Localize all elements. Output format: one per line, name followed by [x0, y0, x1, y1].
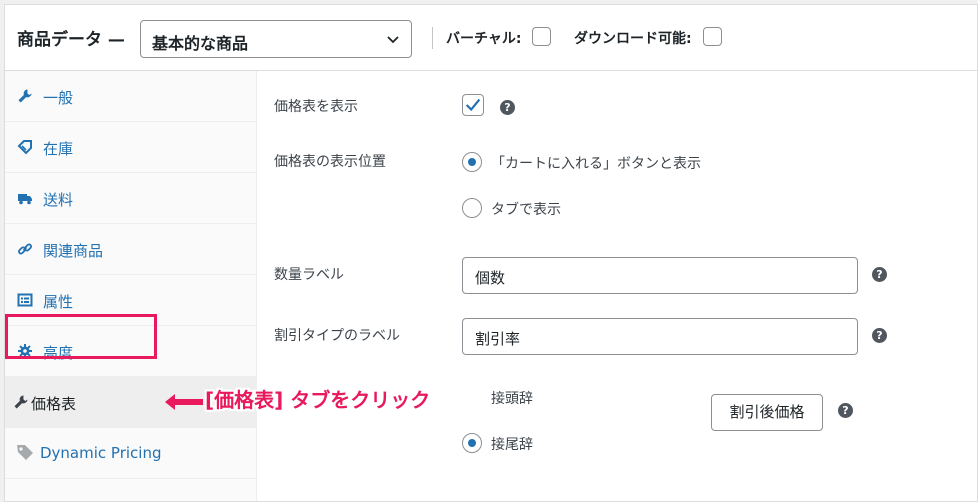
- quantity-label-value: 個数: [475, 269, 506, 287]
- position-radio-tab[interactable]: [462, 198, 482, 218]
- truck-icon: [18, 194, 32, 205]
- tab-label: 送料: [43, 191, 74, 209]
- annotation-callout: [価格表] タブをクリック: [205, 388, 431, 412]
- tab-label: 価格表: [31, 395, 77, 413]
- help-icon[interactable]: ?: [872, 328, 887, 343]
- product-data-tabs: 一般 在庫 送料 関連商品 属性 高度 価格表 Dynamic Pricing: [5, 71, 257, 501]
- discounted-price-button[interactable]: 割引後価格: [711, 394, 823, 431]
- quantity-label-label: 数量ラベル: [274, 267, 344, 283]
- tab-label: Dynamic Pricing: [40, 444, 162, 462]
- show-price-table-label: 価格表を表示: [274, 99, 358, 115]
- tab-label: 関連商品: [43, 242, 104, 260]
- tab-general[interactable]: 一般: [5, 71, 257, 122]
- virtual-checkbox[interactable]: [532, 27, 551, 46]
- product-type-select[interactable]: 基本的な商品: [140, 20, 412, 58]
- list-card-icon: [17, 293, 33, 307]
- position-option-cart: 「カートに入れる」ボタンと表示: [491, 156, 701, 172]
- tag-diamond-icon: [17, 140, 32, 155]
- tab-label: 在庫: [43, 140, 74, 158]
- affix-option-prefix: 接頭辞: [491, 391, 533, 407]
- virtual-label: バーチャル:: [446, 31, 522, 47]
- checkmark-icon: [465, 98, 481, 112]
- tab-dynamic-pricing[interactable]: Dynamic Pricing: [5, 428, 257, 479]
- downloadable-label: ダウンロード可能:: [574, 31, 692, 47]
- discount-label-input[interactable]: 割引率: [462, 318, 858, 355]
- wrench-icon: [18, 89, 32, 103]
- tab-label: 一般: [43, 89, 74, 107]
- show-price-table-checkbox[interactable]: [462, 94, 484, 116]
- chevron-down-icon: [387, 36, 399, 44]
- help-icon[interactable]: ?: [500, 100, 515, 115]
- product-type-value: 基本的な商品: [152, 34, 249, 53]
- affix-option-suffix: 接尾辞: [491, 437, 533, 453]
- wrench-icon: [14, 395, 28, 409]
- help-icon[interactable]: ?: [838, 403, 853, 418]
- position-label: 価格表の表示位置: [274, 154, 386, 170]
- product-data-header: 商品データ — 基本的な商品 バーチャル: ダウンロード可能:: [5, 5, 977, 71]
- tab-inventory[interactable]: 在庫: [5, 122, 257, 173]
- tab-label: 属性: [43, 293, 74, 311]
- downloadable-checkbox[interactable]: [703, 27, 722, 46]
- position-radio-cart[interactable]: [462, 152, 482, 172]
- header-divider: [432, 27, 433, 49]
- product-data-title: 商品データ —: [17, 30, 125, 50]
- price-table-tab-highlight: [5, 314, 157, 359]
- quantity-label-input[interactable]: 個数: [462, 257, 858, 294]
- help-icon[interactable]: ?: [872, 267, 887, 282]
- tag-icon: [17, 445, 33, 460]
- affix-radio-suffix[interactable]: [462, 433, 482, 453]
- link-icon: [18, 243, 32, 255]
- tab-linked-products[interactable]: 関連商品: [5, 224, 257, 275]
- position-option-tab: タブで表示: [491, 202, 561, 218]
- arrow-left-icon: [165, 394, 203, 410]
- discount-label-value: 割引率: [475, 330, 521, 348]
- discount-label-label: 割引タイプのラベル: [274, 328, 400, 344]
- product-data-panel: 商品データ — 基本的な商品 バーチャル: ダウンロード可能: 一般 在庫 送料…: [4, 4, 978, 502]
- tab-shipping[interactable]: 送料: [5, 173, 257, 224]
